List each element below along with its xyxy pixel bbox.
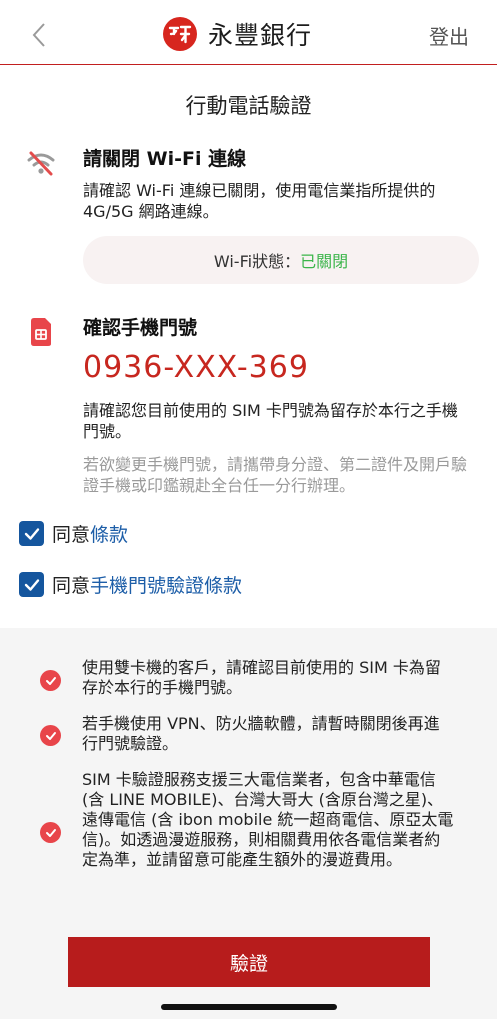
wifi-status-label: Wi-Fi狀態： xyxy=(213,252,301,271)
wifi-status-pill: Wi-Fi狀態： 已關閉 xyxy=(83,236,479,284)
app-header: 永豐銀行 登出 xyxy=(0,0,497,65)
sinopac-logo-icon xyxy=(163,17,197,51)
phone-section-description: 請確認您目前使用的 SIM 卡門號為留存於本行之手機門號。 xyxy=(83,401,458,441)
wifi-off-icon xyxy=(27,151,55,176)
phone-number: 0936-XXX-369 xyxy=(83,350,309,385)
logout-button[interactable]: 登出 xyxy=(429,21,469,50)
notice-text: 使用雙卡機的客戶，請確認目前使用的 SIM 卡為留存於本行的手機門號。 xyxy=(82,658,441,697)
verify-button[interactable]: 驗證 xyxy=(68,937,430,987)
agree-terms-row[interactable]: 同意 條款 xyxy=(19,520,128,547)
wifi-status-value: 已關閉 xyxy=(300,252,349,271)
agree-phone-terms-row[interactable]: 同意 手機門號驗證條款 xyxy=(19,571,242,598)
agree-phone-terms-checkbox[interactable] xyxy=(19,572,44,597)
agree-terms-prefix: 同意 xyxy=(52,524,91,546)
agree-terms-checkbox[interactable] xyxy=(19,521,44,546)
page-title: 行動電話驗證 xyxy=(185,94,312,118)
terms-link[interactable]: 條款 xyxy=(90,520,128,547)
checkmark-icon xyxy=(24,527,39,540)
brand-name: 永豐銀行 xyxy=(208,21,313,50)
chevron-left-icon xyxy=(32,23,45,47)
phone-verification-terms-link[interactable]: 手機門號驗證條款 xyxy=(90,571,242,598)
notice-panel: 使用雙卡機的客戶，請確認目前使用的 SIM 卡為留存於本行的手機門號。 若手機使… xyxy=(0,628,497,1019)
sim-card-icon xyxy=(31,318,51,346)
phone-section-title: 確認手機門號 xyxy=(83,317,198,339)
check-circle-icon xyxy=(40,725,61,746)
wifi-section-title: 請關閉 Wi-Fi 連線 xyxy=(83,148,247,170)
back-button[interactable] xyxy=(26,20,52,50)
phone-change-note: 若欲變更手機門號，請攜帶身分證、第二證件及開戶驗證手機或印鑑親赴全台任一分行辦理… xyxy=(83,455,468,495)
notice-text: SIM 卡驗證服務支援三大電信業者，包含中華電信 (含 LINE MOBILE)… xyxy=(82,770,454,869)
home-indicator xyxy=(161,1004,337,1010)
agree-phone-terms-prefix: 同意 xyxy=(52,575,91,597)
notice-text: 若手機使用 VPN、防火牆軟體，請暫時關閉後再進行門號驗證。 xyxy=(82,714,440,753)
check-circle-icon xyxy=(40,822,61,843)
check-circle-icon xyxy=(40,670,61,691)
checkmark-icon xyxy=(24,578,39,591)
wifi-section-description: 請確認 Wi-Fi 連線已關閉，使用電信業指所提供的 4G/5G 網路連線。 xyxy=(83,181,436,221)
brand: 永豐銀行 xyxy=(162,16,312,52)
